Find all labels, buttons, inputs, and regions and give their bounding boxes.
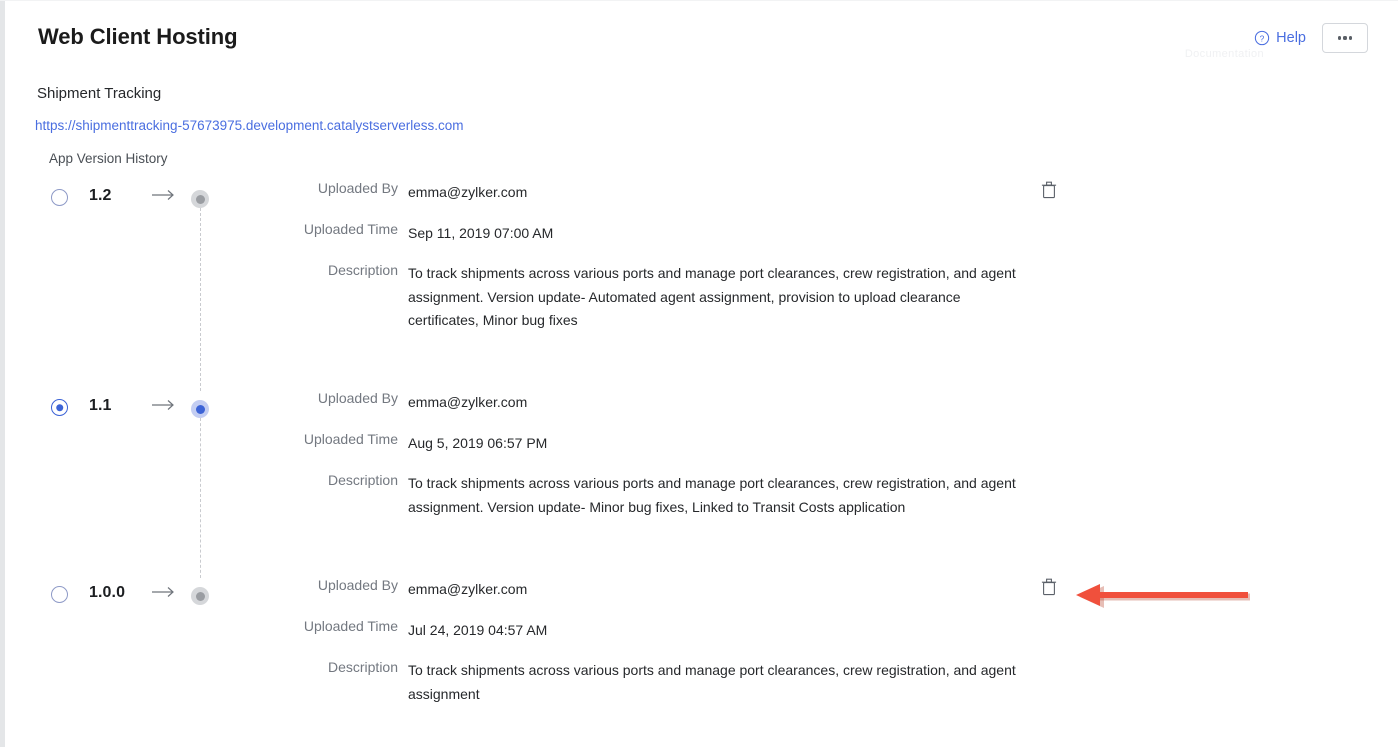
detail-value: emma@zylker.com (408, 581, 528, 597)
detail-label: Description (327, 262, 398, 278)
detail-uploaded-time: Uploaded Time Sep 11, 2019 07:00 AM (0, 221, 1398, 262)
question-circle-icon: ? (1255, 30, 1270, 46)
detail-label: Uploaded By (317, 577, 398, 593)
app-url-link[interactable]: https://shipmenttracking-57673975.develo… (35, 118, 463, 133)
web-client-hosting-page: Web Client Hosting Documentation ? Help … (0, 0, 1398, 747)
version-row: 1.0.0 Uploaded By emma@zylker.com Upload… (0, 577, 1398, 737)
version-details: Uploaded By emma@zylker.com Uploaded Tim… (0, 180, 1398, 328)
version-details: Uploaded By emma@zylker.com Uploaded Tim… (0, 577, 1398, 702)
app-version-history-list: 1.2 Uploaded By emma@zylker.com Uploaded… (0, 180, 1398, 737)
detail-label: Description (327, 659, 398, 675)
detail-value: To track shipments across various ports … (408, 265, 1016, 328)
detail-label: Uploaded By (317, 180, 398, 196)
header-actions: ? Help (1254, 23, 1368, 53)
ellipsis-icon (1343, 36, 1347, 40)
detail-uploaded-time: Uploaded Time Jul 24, 2019 04:57 AM (0, 618, 1398, 659)
detail-uploaded-by: Uploaded By emma@zylker.com (0, 390, 1398, 431)
detail-label: Uploaded Time (303, 618, 398, 634)
detail-label: Uploaded Time (303, 221, 398, 237)
detail-value: To track shipments across various ports … (408, 662, 1016, 702)
version-row: 1.1 Uploaded By emma@zylker.com Uploaded… (0, 390, 1398, 578)
ellipsis-icon (1337, 36, 1341, 40)
detail-label: Uploaded By (317, 390, 398, 406)
ellipsis-icon (1349, 36, 1353, 40)
version-details: Uploaded By emma@zylker.com Uploaded Tim… (0, 390, 1398, 515)
ghost-artifact-text: Documentation (1184, 48, 1264, 60)
detail-value: emma@zylker.com (408, 394, 528, 410)
detail-value: Sep 11, 2019 07:00 AM (408, 225, 554, 241)
detail-value: Jul 24, 2019 04:57 AM (408, 622, 548, 638)
detail-label: Uploaded Time (303, 431, 398, 447)
help-label: Help (1276, 30, 1306, 46)
detail-uploaded-time: Uploaded Time Aug 5, 2019 06:57 PM (0, 431, 1398, 472)
delete-version-button[interactable] (1040, 180, 1058, 200)
detail-value: Aug 5, 2019 06:57 PM (408, 435, 548, 451)
app-name: Shipment Tracking (37, 85, 162, 102)
page-title: Web Client Hosting (38, 24, 238, 49)
detail-label: Description (327, 472, 398, 488)
delete-version-button[interactable] (1040, 577, 1058, 597)
detail-value: To track shipments across various ports … (408, 475, 1016, 515)
version-row: 1.2 Uploaded By emma@zylker.com Uploaded… (0, 180, 1398, 391)
detail-value: emma@zylker.com (408, 184, 528, 200)
help-link[interactable]: ? Help (1254, 30, 1306, 46)
svg-text:?: ? (1260, 33, 1265, 43)
detail-uploaded-by: Uploaded By emma@zylker.com (0, 577, 1398, 618)
detail-uploaded-by: Uploaded By emma@zylker.com (0, 180, 1398, 221)
page-header: Web Client Hosting Documentation ? Help (0, 0, 1398, 66)
section-label-version-history: App Version History (49, 151, 168, 166)
more-options-button[interactable] (1322, 23, 1368, 53)
